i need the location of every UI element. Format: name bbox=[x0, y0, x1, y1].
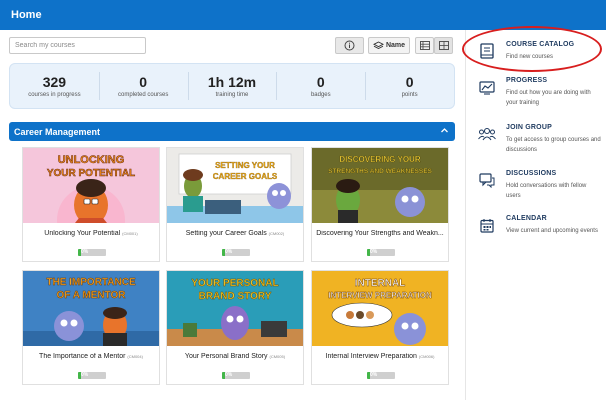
sidebar-item-calendar[interactable]: CALENDAR View current and upcoming event… bbox=[476, 214, 602, 248]
thumb-title-line1: DISCOVERING YOUR bbox=[339, 155, 420, 164]
course-thumbnail: UNLOCKING YOUR POTENTIAL bbox=[23, 148, 159, 223]
grid-view-icon bbox=[438, 41, 449, 50]
stat-points: 0 points bbox=[365, 64, 454, 108]
thumb-title-line1: UNLOCKING bbox=[58, 154, 125, 166]
search-input[interactable] bbox=[9, 37, 146, 54]
course-title: The Importance of a Mentor (CM004) bbox=[39, 353, 143, 360]
sort-label: Name bbox=[385, 42, 406, 49]
thumb-title-line1: INTERNAL bbox=[355, 278, 406, 289]
stat-completed-courses: 0 completed courses bbox=[98, 64, 188, 108]
sidebar-divider bbox=[465, 30, 466, 400]
top-bar: Home bbox=[0, 0, 606, 30]
course-card[interactable]: THE IMPORTANCE OF A MENTOR The Importanc… bbox=[22, 270, 160, 385]
thumb-title-line2: STRENGTHS AND WEAKNESSES bbox=[328, 168, 432, 175]
progress-bar: 0% bbox=[222, 249, 250, 256]
thumb-title-line2: INTERVIEW PREPARATION bbox=[328, 291, 432, 300]
info-button[interactable] bbox=[335, 37, 364, 54]
course-title: Unlocking Your Potential (CM001) bbox=[44, 230, 138, 237]
thumb-title-line1: YOUR PERSONAL bbox=[191, 278, 278, 289]
grid-view-button[interactable] bbox=[434, 37, 453, 54]
course-card[interactable]: DISCOVERING YOUR STRENGTHS AND WEAKNESSE… bbox=[311, 147, 449, 262]
sidebar-item-progress[interactable]: PROGRESS Find out how you are doing with… bbox=[476, 76, 602, 110]
course-card[interactable]: INTERNAL INTERVIEW PREPARATION Internal … bbox=[311, 270, 449, 385]
course-thumbnail: DISCOVERING YOUR STRENGTHS AND WEAKNESSE… bbox=[312, 148, 448, 223]
thumb-title-line1: SETTING YOUR bbox=[215, 161, 275, 170]
sidebar-item-join-group[interactable]: JOIN GROUP To get access to group course… bbox=[476, 123, 602, 157]
progress-bar: 0% bbox=[222, 372, 250, 379]
chat-icon bbox=[479, 172, 495, 188]
stats-panel: 329 courses in progress 0 completed cour… bbox=[9, 63, 455, 109]
layers-icon bbox=[372, 40, 384, 49]
progress-bar: 0% bbox=[78, 372, 106, 379]
chevron-up-icon[interactable] bbox=[440, 126, 449, 135]
progress-bar: 0% bbox=[78, 249, 106, 256]
thumb-title-line2: YOUR POTENTIAL bbox=[47, 168, 135, 179]
progress-bar: 0% bbox=[367, 372, 395, 379]
course-card[interactable]: UNLOCKING YOUR POTENTIAL Unlocking Your … bbox=[22, 147, 160, 262]
highlight-circle bbox=[462, 26, 602, 72]
thumb-title-line2: BRAND STORY bbox=[199, 291, 272, 302]
calendar-icon bbox=[480, 218, 494, 233]
course-thumbnail: SETTING YOUR CAREER GOALS bbox=[167, 148, 303, 223]
course-thumbnail: YOUR PERSONAL BRAND STORY bbox=[167, 271, 303, 346]
sidebar-item-discussions[interactable]: DISCUSSIONS Hold conversations with fell… bbox=[476, 169, 602, 203]
course-thumbnail: THE IMPORTANCE OF A MENTOR bbox=[23, 271, 159, 346]
stat-courses-in-progress: 329 courses in progress bbox=[28, 74, 81, 98]
progress-bar: 0% bbox=[367, 249, 395, 256]
course-card[interactable]: SETTING YOUR CAREER GOALS Setting your C… bbox=[166, 147, 304, 262]
section-title: Career Management bbox=[14, 127, 101, 137]
course-title: Your Personal Brand Story (CM005) bbox=[184, 353, 286, 360]
info-icon bbox=[344, 40, 355, 51]
page-title: Home bbox=[11, 9, 42, 21]
list-view-button[interactable] bbox=[415, 37, 434, 54]
thumb-title-line2: OF A MENTOR bbox=[56, 290, 126, 301]
course-title: Discovering Your Strengths and Weakn... bbox=[316, 230, 444, 237]
section-header-career-management[interactable]: Career Management bbox=[9, 122, 455, 141]
list-view-icon bbox=[419, 41, 430, 50]
sort-button[interactable]: Name bbox=[368, 37, 410, 54]
course-thumbnail: INTERNAL INTERVIEW PREPARATION bbox=[312, 271, 448, 346]
group-icon bbox=[478, 127, 496, 141]
stat-training-time: 1h 12m training time bbox=[187, 64, 277, 108]
thumb-title-line1: THE IMPORTANCE bbox=[46, 277, 136, 288]
course-title: Setting your Career Goals (CM002) bbox=[185, 230, 285, 237]
course-card[interactable]: YOUR PERSONAL BRAND STORY Your Personal … bbox=[166, 270, 304, 385]
course-title: Internal Interview Preparation (CM006) bbox=[325, 353, 435, 360]
progress-chart-icon bbox=[479, 81, 495, 95]
thumb-title-line2: CAREER GOALS bbox=[213, 172, 278, 181]
stat-badges: 0 badges bbox=[276, 64, 365, 108]
